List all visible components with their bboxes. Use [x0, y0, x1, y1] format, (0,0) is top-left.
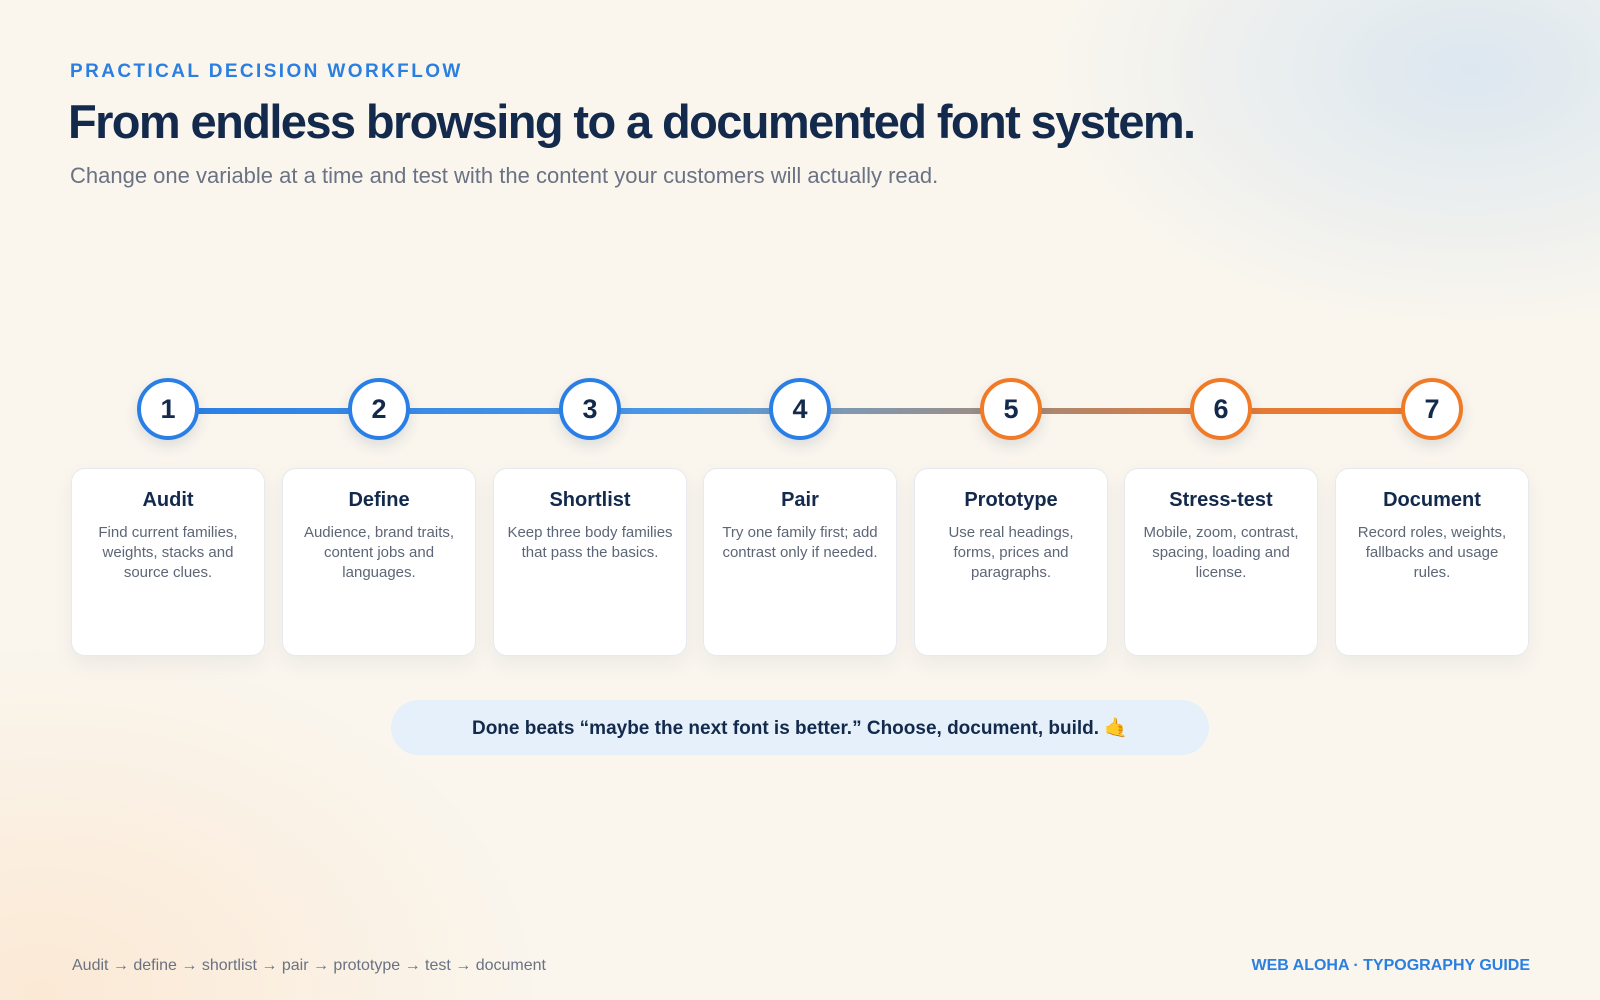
step-card-audit: Audit Find current families, weights, sta…: [71, 468, 265, 656]
step-description: Audience, brand traits, content jobs and…: [303, 524, 455, 581]
page-title: From endless browsing to a documented fo…: [68, 95, 1196, 148]
step-number-2: 2: [348, 378, 410, 440]
step-number-7: 7: [1401, 378, 1463, 440]
step-card-stress-test: Stress-test Mobile, zoom, contrast, spaci…: [1124, 468, 1318, 656]
page-subtitle: Change one variable at a time and test w…: [70, 163, 939, 188]
step-description: Mobile, zoom, contrast, spacing, loading…: [1143, 524, 1299, 581]
step-card-document: Document Record roles, weights, fallbacks…: [1335, 468, 1529, 656]
footer-flow: Audit → define → shortlist → pair → prot…: [72, 957, 546, 974]
step-description: Keep three body families that pass the b…: [507, 524, 673, 561]
step-title: Define: [348, 489, 410, 511]
step-description: Find current families, weights, stacks a…: [98, 524, 238, 581]
step-title: Document: [1383, 489, 1481, 511]
step-title: Prototype: [964, 489, 1058, 511]
step-description: Use real headings, forms, prices and par…: [948, 524, 1074, 581]
step-title: Audit: [142, 489, 194, 511]
step-card-shortlist: Shortlist Keep three body families that p…: [493, 468, 687, 656]
callout-banner: Done beats “maybe the next font is bette…: [391, 700, 1209, 755]
step-title: Stress-test: [1169, 489, 1273, 511]
step-number-5: 5: [980, 378, 1042, 440]
step-title: Pair: [781, 489, 819, 511]
step-number-1: 1: [137, 378, 199, 440]
step-number-3: 3: [559, 378, 621, 440]
step-number-6: 6: [1190, 378, 1252, 440]
step-description: Try one family first; add contrast only …: [722, 524, 878, 561]
step-card-prototype: Prototype Use real headings, forms, price…: [914, 468, 1108, 656]
footer-brand: WEB ALOHA · TYPOGRAPHY GUIDE: [1251, 957, 1530, 974]
step-number-4: 4: [769, 378, 831, 440]
step-card-pair: Pair Try one family first; add contrast o…: [703, 468, 897, 656]
step-description: Record roles, weights, fallbacks and usa…: [1357, 524, 1507, 581]
eyebrow-label: PRACTICAL DECISION WORKFLOW: [70, 61, 463, 82]
step-title: Shortlist: [549, 489, 631, 511]
step-card-define: Define Audience, brand traits, content jo…: [282, 468, 476, 656]
